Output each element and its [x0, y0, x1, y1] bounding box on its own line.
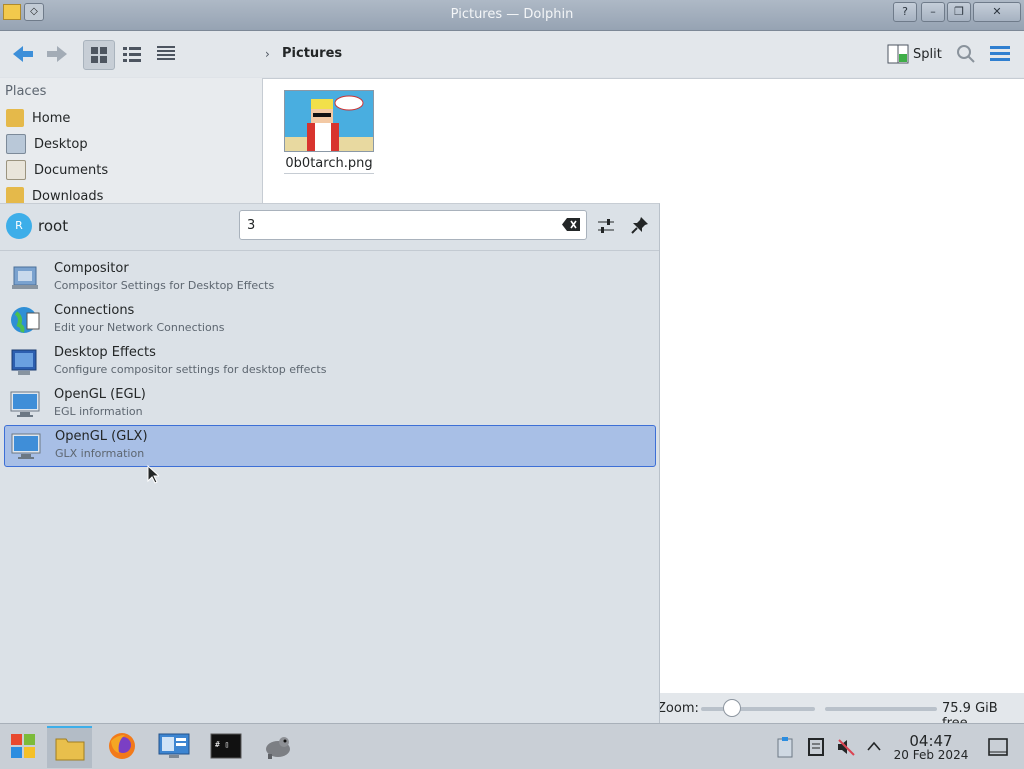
- main-toolbar: › Pictures Split: [0, 31, 1024, 77]
- result-title: Connections: [54, 303, 135, 318]
- places-heading: Places: [5, 84, 47, 99]
- firefox-icon: [108, 733, 135, 759]
- status-bar: Zoom: 75.9 GiB free: [655, 693, 1024, 731]
- clipboard-tray-icon[interactable]: [776, 736, 794, 758]
- close-button[interactable]: ✕: [973, 2, 1021, 22]
- clear-text-icon[interactable]: [562, 218, 580, 231]
- notes-tray-icon[interactable]: [808, 738, 824, 756]
- clock-date: 20 Feb 2024: [893, 748, 969, 762]
- icons-view-icon: [91, 47, 107, 63]
- mouse-cursor-icon: [147, 465, 159, 484]
- zoom-slider-handle[interactable]: [723, 699, 741, 717]
- details-view-icon: [157, 46, 175, 60]
- split-icon: [887, 44, 909, 64]
- taskbar-dolphin[interactable]: [47, 726, 92, 768]
- home-folder-icon: [6, 109, 24, 127]
- search-button[interactable]: [956, 44, 976, 68]
- result-item-compositor[interactable]: Compositor Compositor Settings for Deskt…: [4, 258, 654, 298]
- places-item-home[interactable]: Home: [6, 106, 256, 130]
- places-item-label: Home: [32, 110, 71, 126]
- places-item-label: Downloads: [32, 188, 104, 204]
- gimp-icon: [265, 737, 290, 759]
- image-thumbnail-icon: [285, 91, 373, 151]
- compact-view-button[interactable]: [117, 40, 147, 68]
- result-subtitle: EGL information: [54, 405, 143, 418]
- zoom-slider-track[interactable]: [701, 707, 815, 711]
- minimize-button[interactable]: –: [921, 2, 945, 22]
- result-title: OpenGL (GLX): [55, 429, 148, 444]
- breadcrumb-chevron-icon: ›: [265, 47, 270, 61]
- clock[interactable]: 04:47 20 Feb 2024: [893, 732, 969, 762]
- avatar[interactable]: R: [6, 213, 32, 239]
- network-globe-icon: [11, 307, 40, 333]
- breadcrumb-pictures[interactable]: Pictures: [282, 46, 342, 61]
- compact-view-icon: [123, 47, 141, 62]
- result-title: OpenGL (EGL): [54, 387, 146, 402]
- terminal-icon: # ▯: [210, 733, 241, 759]
- documents-folder-icon: [6, 160, 26, 180]
- details-view-button[interactable]: [151, 40, 181, 68]
- places-item-documents[interactable]: Documents: [6, 158, 256, 182]
- hamburger-menu-icon: [990, 46, 1010, 61]
- search-field[interactable]: [239, 210, 587, 240]
- places-item-label: Documents: [34, 162, 109, 178]
- volume-muted-icon[interactable]: [837, 738, 855, 756]
- window-titlebar[interactable]: ◇ Pictures — Dolphin ? – ❐ ✕: [0, 0, 1024, 31]
- split-label: Split: [913, 46, 942, 62]
- result-item-opengl-egl[interactable]: OpenGL (EGL) EGL information: [4, 384, 654, 424]
- result-item-connections[interactable]: Connections Edit your Network Connection…: [4, 300, 654, 340]
- forward-button[interactable]: [42, 40, 72, 68]
- svg-text:# ▯: # ▯: [215, 740, 229, 749]
- free-space-bar: [825, 707, 937, 711]
- result-item-desktop-effects[interactable]: Desktop Effects Configure compositor set…: [4, 342, 654, 382]
- places-item-desktop[interactable]: Desktop: [6, 132, 256, 156]
- split-button[interactable]: Split: [887, 44, 942, 64]
- help-button[interactable]: ?: [893, 2, 917, 22]
- window-title: Pictures — Dolphin: [450, 7, 574, 22]
- result-title: Compositor: [54, 261, 129, 276]
- result-item-opengl-glx[interactable]: OpenGL (GLX) GLX information: [4, 425, 656, 467]
- maximize-button[interactable]: ❐: [947, 2, 971, 22]
- user-name: root: [38, 217, 69, 235]
- result-title: Desktop Effects: [54, 345, 156, 360]
- result-subtitle: Compositor Settings for Desktop Effects: [54, 279, 275, 292]
- places-item-label: Desktop: [34, 136, 88, 152]
- file-thumbnail[interactable]: [284, 90, 374, 152]
- launcher-header: R root: [0, 204, 659, 251]
- system-settings-icon: [158, 733, 189, 758]
- application-launcher: R root Compositor Compositor Settings fo…: [0, 203, 660, 724]
- hamburger-menu-button[interactable]: [990, 45, 1010, 65]
- chevron-up-icon[interactable]: [866, 740, 882, 752]
- desktop-folder-icon: [6, 134, 26, 154]
- taskbar-firefox[interactable]: [99, 726, 144, 766]
- taskbar-system-settings[interactable]: [151, 726, 196, 766]
- pin-icon[interactable]: [631, 216, 649, 234]
- taskbar-gimp[interactable]: [255, 726, 300, 766]
- icons-view-button[interactable]: [83, 40, 115, 70]
- taskbar-terminal[interactable]: # ▯: [203, 726, 248, 766]
- back-arrow-icon: [13, 46, 33, 62]
- search-icon: [957, 45, 975, 63]
- result-subtitle: GLX information: [55, 447, 145, 460]
- show-desktop-icon[interactable]: [988, 738, 1008, 756]
- taskbar: # ▯ 04:47 20 Feb 2024: [0, 723, 1024, 769]
- places-panel: Places Home Desktop Documents Downloads: [0, 78, 262, 208]
- forward-arrow-icon: [47, 46, 67, 62]
- start-menu-button[interactable]: [0, 726, 45, 766]
- start-menu-icon: [10, 734, 35, 758]
- back-button[interactable]: [8, 40, 38, 68]
- monitor-icon: [10, 391, 40, 417]
- result-subtitle: Edit your Network Connections: [54, 321, 225, 334]
- folder-icon: [55, 738, 84, 761]
- search-input[interactable]: [245, 217, 549, 234]
- zoom-label: Zoom:: [657, 701, 699, 716]
- desktop-effects-icon: [11, 349, 37, 375]
- monitor-icon: [11, 433, 41, 459]
- file-name[interactable]: 0b0tarch.png: [284, 156, 374, 174]
- result-subtitle: Configure compositor settings for deskto…: [54, 363, 327, 376]
- compositor-icon: [12, 266, 38, 289]
- configure-sliders-icon[interactable]: [597, 217, 615, 235]
